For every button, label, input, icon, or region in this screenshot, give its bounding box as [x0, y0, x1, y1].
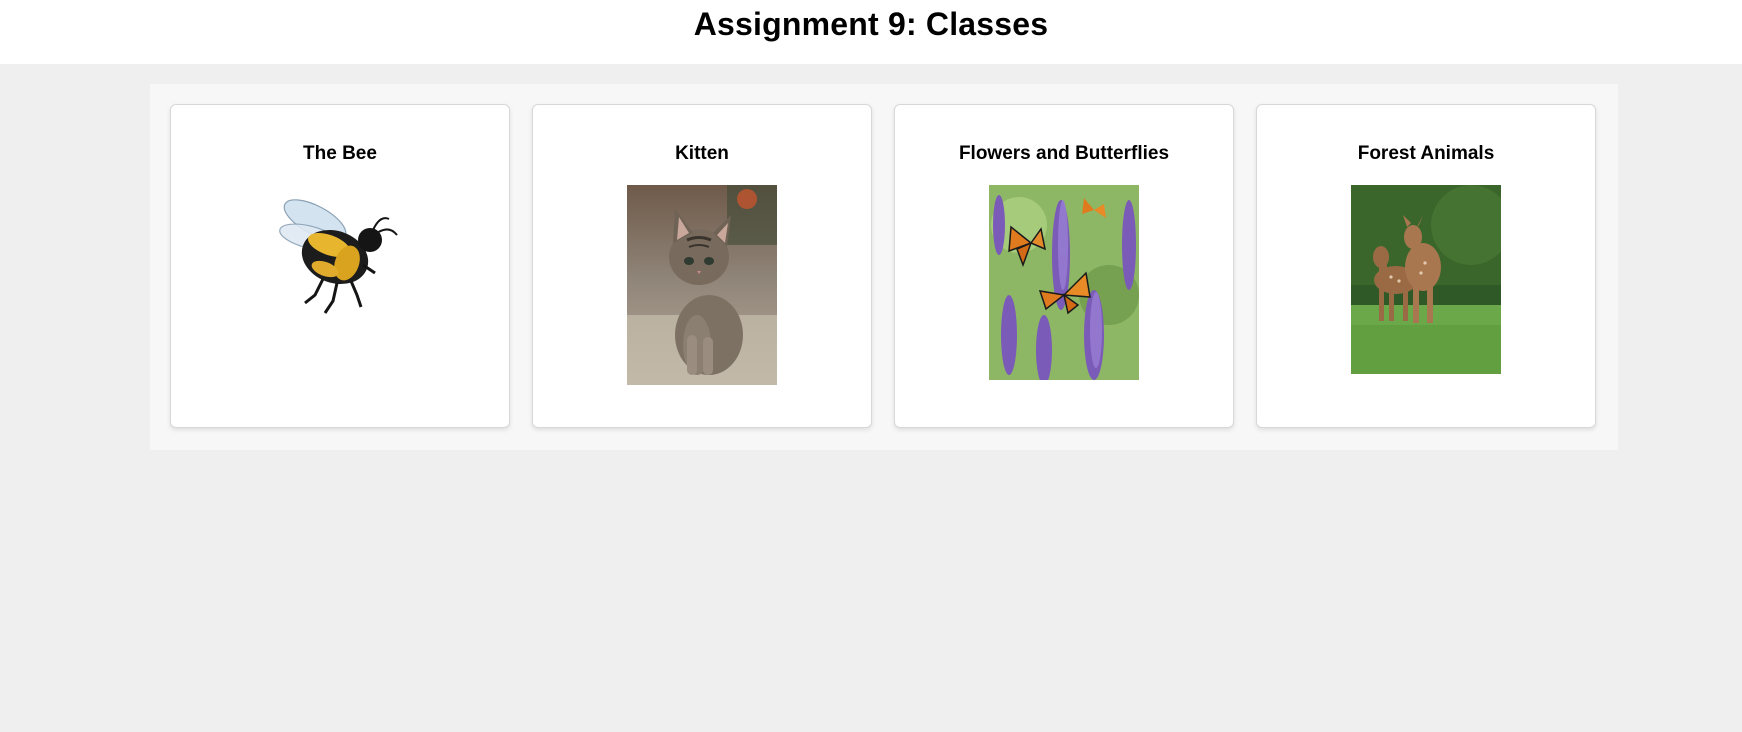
card-title: Forest Animals [1357, 143, 1495, 164]
card-title: Kitten [675, 143, 729, 164]
page-header: Assignment 9: Classes [0, 0, 1742, 64]
card-forest-animals: Forest Animals [1256, 104, 1596, 428]
card-gallery: The Bee Kitten Flowers and Butterflies F… [150, 84, 1618, 450]
card-title: The Bee [303, 143, 377, 164]
butterflies-image [989, 185, 1139, 380]
card-the-bee: The Bee [170, 104, 510, 428]
kitten-image [627, 185, 777, 385]
card-flowers-and-butterflies: Flowers and Butterflies [894, 104, 1234, 428]
fawns-image [1351, 185, 1501, 374]
page-title: Assignment 9: Classes [693, 6, 1049, 42]
card-kitten: Kitten [532, 104, 872, 428]
card-title: Flowers and Butterflies [958, 143, 1170, 164]
bee-image [265, 185, 415, 325]
